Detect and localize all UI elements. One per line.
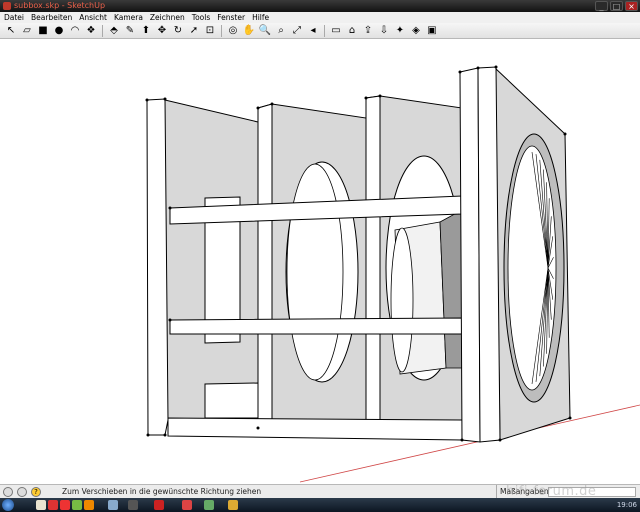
rotate-icon[interactable]: ↻ <box>171 24 185 38</box>
paint-bucket-icon[interactable]: ⬘ <box>107 24 121 38</box>
taskbar-app-2-icon[interactable] <box>48 500 58 510</box>
baffle-edge-2 <box>477 66 501 443</box>
folder-icon[interactable]: ▭ <box>329 24 343 38</box>
make-component-icon[interactable]: ❖ <box>84 24 98 38</box>
driver-magnet-face <box>390 227 414 373</box>
toolbar-separator <box>221 24 222 37</box>
taskbar-app-1-icon[interactable] <box>36 500 46 510</box>
zoom-window-icon[interactable]: ⌕ <box>274 24 288 38</box>
subwoofer-box-model <box>145 65 640 483</box>
menu-bar: Datei Bearbeiten Ansicht Kamera Zeichnen… <box>0 12 640 23</box>
bottom-plate <box>167 417 463 441</box>
move-icon[interactable]: ✥ <box>155 24 169 38</box>
warehouse-icon[interactable]: ⌂ <box>345 24 359 38</box>
model-viewport[interactable] <box>0 40 640 484</box>
toolbar-separator <box>324 24 325 37</box>
title-bar: subbox.skp - SketchUp _ □ × <box>0 0 640 12</box>
components-icon[interactable]: ▣ <box>425 24 439 38</box>
window-title: subbox.skp - SketchUp <box>14 1 106 10</box>
menu-datei[interactable]: Datei <box>4 12 24 23</box>
close-button[interactable]: × <box>625 1 638 11</box>
tape-measure-icon[interactable]: ✎ <box>123 24 137 38</box>
follow-me-icon[interactable]: ➚ <box>187 24 201 38</box>
orbit-icon[interactable]: ◎ <box>226 24 240 38</box>
geo-location-icon[interactable] <box>3 487 13 497</box>
clock: 19:06 <box>616 501 637 509</box>
credits-icon[interactable] <box>17 487 27 497</box>
taskbar-sketchup-icon[interactable] <box>182 500 192 510</box>
menu-fenster[interactable]: Fenster <box>217 12 245 23</box>
minimize-button[interactable]: _ <box>595 1 608 11</box>
menu-hilfe[interactable]: Hilfe <box>252 12 269 23</box>
taskbar-app-6-icon[interactable] <box>108 500 118 510</box>
circle-icon[interactable]: ● <box>52 24 66 38</box>
zoom-icon[interactable]: 🔍 <box>258 24 272 38</box>
main-toolbar: ↖ ▱ ■ ● ◠ ❖ ⬘ ✎ ⬆ ✥ ↻ ➚ ⊡ ◎ ✋ 🔍 ⌕ ⤢ ◂ ▭ ⌂ ⇪ ⇩ ✦ ◈ ▣ <box>0 23 640 39</box>
pan-icon[interactable]: ✋ <box>242 24 256 38</box>
menu-bearbeiten[interactable]: Bearbeiten <box>31 12 72 23</box>
mid-panel-1-edge <box>257 103 273 431</box>
taskbar-app-9-icon[interactable] <box>204 500 214 510</box>
menu-zeichnen[interactable]: Zeichnen <box>150 12 185 23</box>
menu-kamera[interactable]: Kamera <box>114 12 143 23</box>
toolbar-separator <box>102 24 103 37</box>
start-button-icon[interactable] <box>2 499 14 511</box>
share-model-icon[interactable]: ⇪ <box>361 24 375 38</box>
windows-taskbar: 19:06 <box>0 498 640 512</box>
menu-ansicht[interactable]: Ansicht <box>79 12 107 23</box>
push-pull-icon[interactable]: ⬆ <box>139 24 153 38</box>
taskbar-app-7-icon[interactable] <box>128 500 138 510</box>
get-models-icon[interactable]: ⇩ <box>377 24 391 38</box>
select-icon[interactable]: ↖ <box>4 24 18 38</box>
arc-icon[interactable]: ◠ <box>68 24 82 38</box>
back-plate-bottom-left <box>204 382 259 419</box>
taskbar-app-4-icon[interactable] <box>72 500 82 510</box>
rail-lower <box>169 317 463 335</box>
section-icon[interactable]: ◈ <box>409 24 423 38</box>
offset-icon[interactable]: ⊡ <box>203 24 217 38</box>
sketchup-app-icon <box>3 2 11 10</box>
baffle-edge-1 <box>459 67 481 443</box>
taskbar-app-8-icon[interactable] <box>154 500 164 510</box>
rectangle-icon[interactable]: ■ <box>36 24 50 38</box>
maximize-button[interactable]: □ <box>610 1 623 11</box>
previous-view-icon[interactable]: ◂ <box>306 24 320 38</box>
mid-panel-2-edge <box>365 95 381 435</box>
taskbar-app-3-icon[interactable] <box>60 500 70 510</box>
menu-tools[interactable]: Tools <box>192 12 210 23</box>
woofer-cone <box>507 145 557 391</box>
instructor-help-icon[interactable]: ? <box>31 487 41 497</box>
eraser-icon[interactable]: ▱ <box>20 24 34 38</box>
status-hint: Zum Verschieben in die gewünschte Richtu… <box>62 487 262 496</box>
watermark-text: hifi-forum.de <box>506 484 597 499</box>
taskbar-app-5-icon[interactable] <box>84 500 94 510</box>
zoom-extents-icon[interactable]: ⤢ <box>290 24 304 38</box>
extension-icon[interactable]: ✦ <box>393 24 407 38</box>
port-hole-1-inner <box>286 163 344 381</box>
taskbar-app-10-icon[interactable] <box>228 500 238 510</box>
left-panel-front-edge <box>146 98 169 436</box>
